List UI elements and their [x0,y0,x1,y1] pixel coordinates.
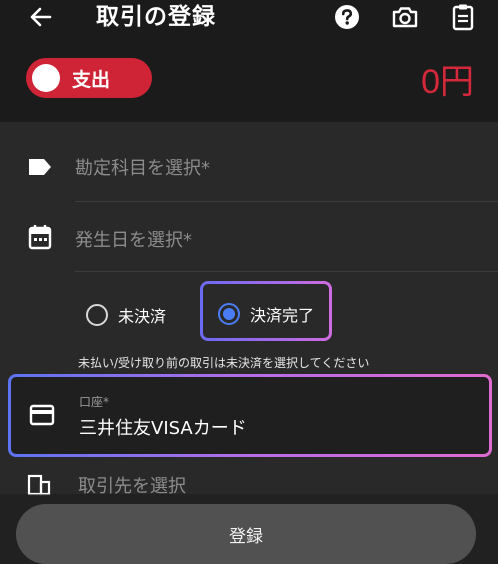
date-field[interactable]: 発生日を選択* [0,202,498,274]
divider [75,271,498,272]
toggle-knob [32,64,60,92]
status-label-settled: 決済完了 [250,306,315,325]
help-icon [335,5,359,29]
credit-card-icon [29,404,55,426]
back-button[interactable] [24,2,58,32]
page-title: 取引の登録 [96,4,216,30]
status-option-settled[interactable]: 決済完了 [218,302,314,326]
transaction-type-row: 支出 0円 [0,40,498,122]
status-option-unsettled[interactable]: 未決済 [86,303,166,327]
radio-unsettled[interactable] [86,304,108,326]
transaction-register-screen: 取引の登録 支出 0円 勘定科目を選択* 発生日を選択* 未決済 決済完了 未払… [0,0,498,564]
clipboard-button[interactable] [446,0,480,34]
label-tag-icon [27,154,53,180]
status-label-unsettled: 未決済 [118,307,167,326]
building-icon [27,474,53,496]
calendar-icon [27,224,53,250]
app-bar: 取引の登録 [0,0,498,40]
settlement-status-group: 未決済 決済完了 [0,283,498,345]
amount-display[interactable]: 0円 [421,54,474,103]
help-button[interactable] [330,0,364,34]
expense-label: 支出 [72,68,111,91]
date-placeholder: 発生日を選択* [75,230,192,251]
register-button[interactable]: 登録 [16,504,476,564]
account-value: 三井住友VISAカード [79,418,247,439]
arrow-left-icon [30,7,52,27]
radio-settled[interactable] [218,303,240,325]
category-placeholder: 勘定科目を選択* [75,158,210,179]
camera-button[interactable] [388,0,422,34]
category-field[interactable]: 勘定科目を選択* [0,130,498,202]
status-help-text: 未払い/受け取り前の取引は未決済を選択してください [78,356,370,370]
camera-icon [392,7,418,28]
expense-toggle[interactable]: 支出 [26,58,152,98]
account-label: 口座* [79,395,110,409]
clipboard-icon [452,4,474,31]
account-field[interactable]: 口座* 三井住友VISAカード [8,374,492,457]
